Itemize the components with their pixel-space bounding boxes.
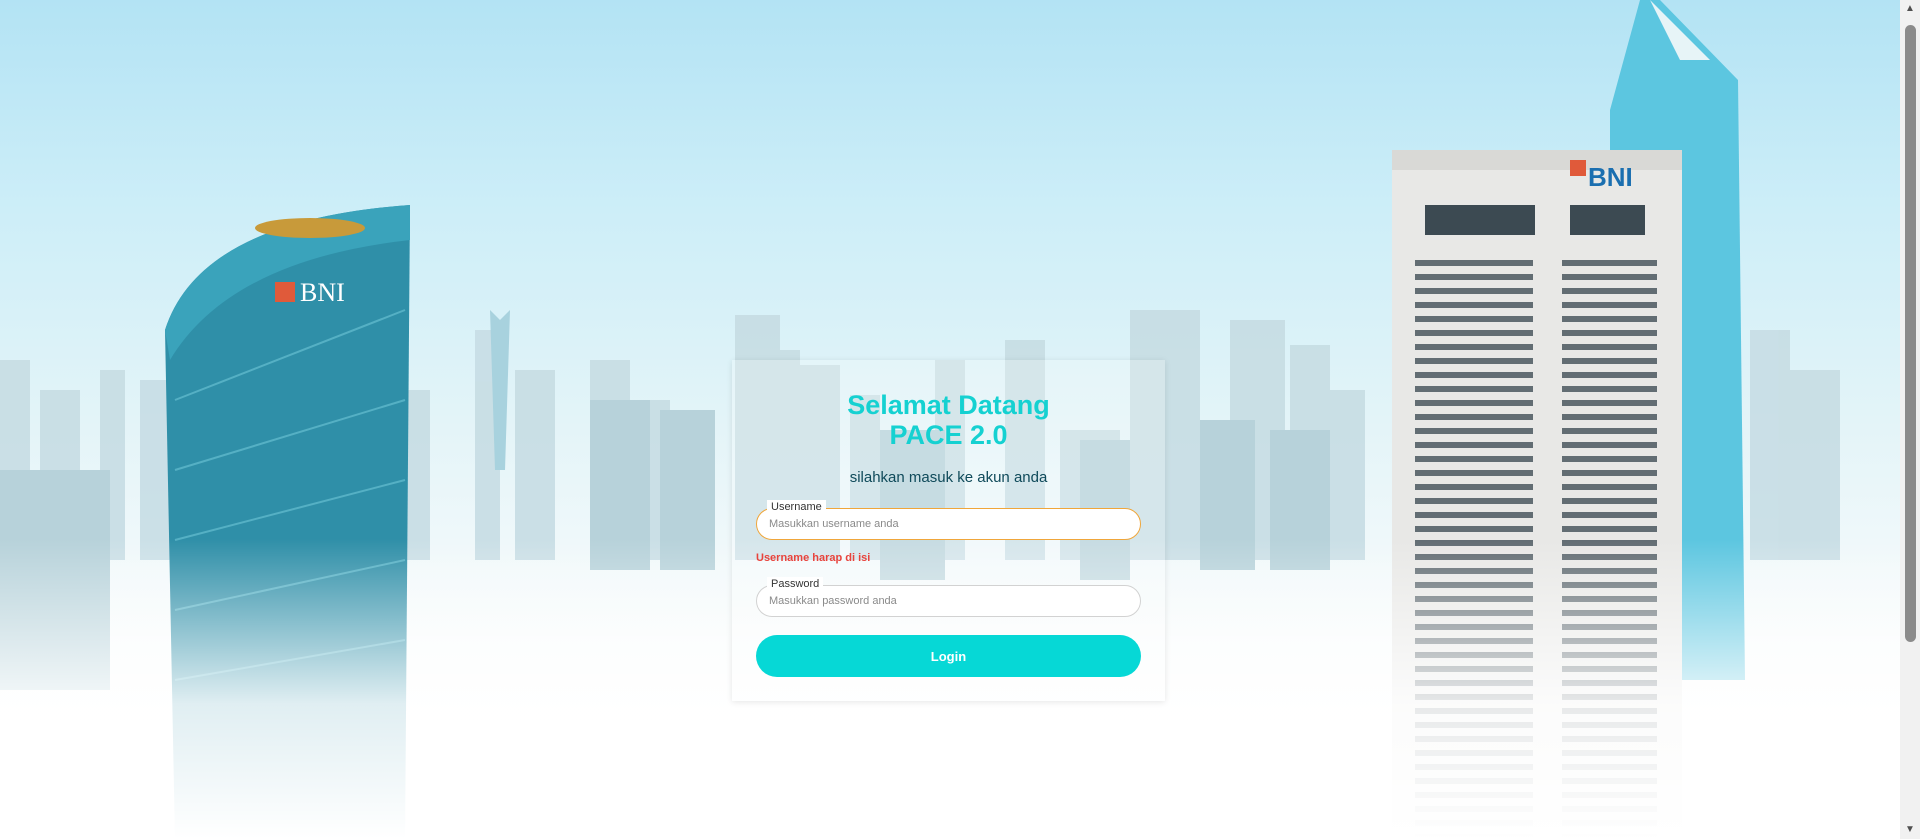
welcome-title: Selamat Datang	[847, 390, 1050, 420]
page-scrollbar[interactable]: ▲ ▼	[1900, 0, 1920, 839]
username-field[interactable]: Username	[756, 500, 1141, 540]
chevron-up-icon[interactable]: ▲	[1900, 2, 1920, 16]
password-input[interactable]	[769, 586, 1129, 616]
bni-logo-right: BNI	[1588, 162, 1633, 192]
login-button[interactable]: Login	[756, 635, 1141, 677]
username-error-message: Username harap di isi	[756, 552, 871, 564]
scrollbar-thumb[interactable]	[1905, 25, 1916, 642]
password-field[interactable]: Password	[756, 577, 1141, 617]
app-name-title: PACE 2.0	[889, 420, 1008, 450]
chevron-down-icon[interactable]: ▼	[1900, 823, 1920, 837]
login-card: Selamat Datang PACE 2.0 silahkan masuk k…	[732, 360, 1165, 701]
username-input[interactable]	[769, 509, 1129, 539]
bni-logo-left: BNI	[300, 278, 345, 307]
login-subtitle: silahkan masuk ke akun anda	[849, 469, 1048, 486]
